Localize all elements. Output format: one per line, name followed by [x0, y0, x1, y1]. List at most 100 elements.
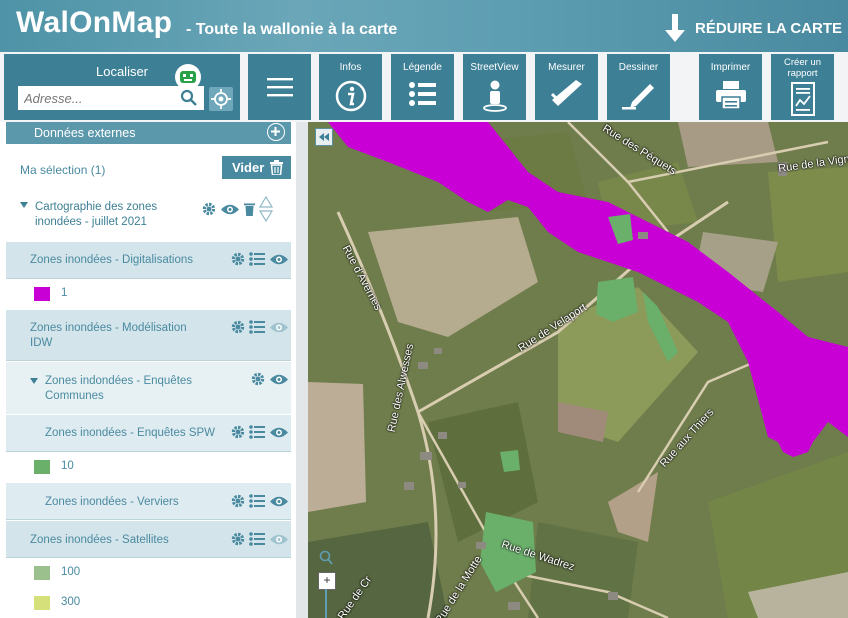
legend-list-icon[interactable]: [249, 494, 265, 508]
layer-sidebar: Données externes Ma sélection (1) Vider …: [0, 122, 300, 618]
zoom-in-button[interactable]: +: [318, 572, 336, 590]
zoom-slider[interactable]: [325, 589, 327, 618]
main-menu-button[interactable]: [248, 54, 311, 120]
search-icon[interactable]: [180, 89, 198, 107]
printer-icon: [715, 81, 746, 110]
trash-icon: [270, 160, 284, 175]
gear-icon[interactable]: [231, 494, 245, 508]
layer-row[interactable]: Zones inondées - Modélisation IDW: [6, 310, 291, 361]
tool-label: Dessiner: [618, 62, 659, 73]
legend-list-icon[interactable]: [249, 252, 265, 266]
locate-title: Localiser: [95, 64, 149, 79]
address-search-input[interactable]: [18, 86, 204, 110]
legend-list-icon[interactable]: [249, 320, 265, 334]
app-header: WalOnMap - Toute la wallonie à la carte …: [0, 0, 848, 52]
plus-icon: [271, 127, 280, 136]
layer-row[interactable]: Zones inondées - Verviers: [6, 483, 291, 520]
satellite-map[interactable]: [308, 122, 848, 618]
gear-icon[interactable]: [251, 372, 265, 386]
legend-item: 1: [6, 279, 291, 309]
legend-label: 100: [61, 566, 81, 578]
eye-icon[interactable]: [269, 426, 289, 439]
legend-label: 1: [61, 287, 68, 299]
collapse-caret-icon[interactable]: [20, 202, 28, 208]
map-view[interactable]: Rue des Péquets Rue de la Vign Rue d'Ave…: [308, 122, 848, 618]
locate-panel: Localiser: [4, 54, 240, 120]
layer-row[interactable]: Zones inondées - Satellites: [6, 521, 291, 558]
collapse-caret-icon[interactable]: [30, 378, 38, 384]
reduce-map-button[interactable]: RÉDUIRE LA CARTE: [665, 14, 842, 42]
arrow-down-icon: [665, 14, 686, 42]
gear-icon[interactable]: [202, 202, 216, 216]
layer-title: Zones indondées - Enquêtes Communes: [45, 375, 193, 402]
selection-row: Ma sélection (1) Vider: [6, 150, 291, 184]
legend-item: 300: [6, 588, 291, 618]
tool-infos[interactable]: Infos: [319, 54, 382, 120]
eye-icon[interactable]: [269, 495, 289, 508]
tool-rapport[interactable]: Créer un rapport: [771, 54, 834, 120]
eye-icon[interactable]: [269, 253, 289, 266]
legend-label: 10: [61, 460, 74, 472]
crosshair-icon: [211, 89, 231, 109]
pencil-icon: [621, 84, 654, 110]
layer-title: Zones inondées - Digitalisations: [30, 254, 194, 266]
legend-list-icon[interactable]: [249, 532, 265, 546]
tool-legende[interactable]: Légende: [391, 54, 454, 120]
geolocate-button[interactable]: [209, 87, 233, 111]
layer-subgroup-row[interactable]: Zones indondées - Enquêtes Communes: [6, 362, 291, 414]
external-data-label: Données externes: [34, 126, 136, 140]
selection-count: Ma sélection (1): [20, 163, 106, 177]
app-subtitle: - Toute la wallonie à la carte: [186, 21, 398, 38]
tool-imprimer[interactable]: Imprimer: [699, 54, 762, 120]
legend-list-icon[interactable]: [249, 425, 265, 439]
zoom-search-icon[interactable]: [319, 550, 333, 566]
layer-title: Zones inondées - Satellites: [30, 534, 169, 546]
double-chevron-left-icon: [319, 133, 329, 141]
legend-swatch: [34, 460, 50, 474]
tool-label: Créer un rapport: [784, 57, 821, 79]
tool-streetview[interactable]: StreetView: [463, 54, 526, 120]
layer-title: Zones inondées - Verviers: [45, 496, 179, 508]
eye-icon[interactable]: [269, 373, 289, 386]
eye-icon[interactable]: [269, 321, 289, 334]
reorder-arrows-icon[interactable]: [259, 196, 273, 222]
external-data-bar[interactable]: Données externes: [6, 122, 291, 144]
eye-icon[interactable]: [220, 203, 240, 216]
tool-label: Imprimer: [710, 62, 751, 73]
layer-group[interactable]: Cartographie des zones inondées - juille…: [6, 186, 291, 238]
hamburger-icon: [266, 78, 293, 97]
gear-icon[interactable]: [231, 252, 245, 266]
tool-label: StreetView: [470, 62, 519, 73]
layer-row[interactable]: Zones inondées - Enquêtes SPW: [6, 415, 291, 452]
list-icon: [408, 82, 436, 106]
gear-icon[interactable]: [231, 532, 245, 546]
legend-item: 100: [6, 558, 291, 588]
tool-label: Légende: [403, 62, 442, 73]
legend-swatch: [34, 566, 50, 580]
trash-icon[interactable]: [244, 202, 255, 216]
ruler-icon: [550, 80, 582, 106]
legend-swatch: [34, 596, 50, 610]
clear-selection-label: Vider: [232, 160, 265, 175]
reduce-map-label: RÉDUIRE LA CARTE: [695, 19, 842, 37]
add-external-data-button[interactable]: [267, 123, 285, 141]
tool-dessiner[interactable]: Dessiner: [607, 54, 670, 120]
legend-label: 300: [61, 596, 81, 608]
tool-label: Infos: [339, 62, 362, 73]
person-icon: [482, 80, 507, 112]
sidebar-scrollbar[interactable]: [296, 122, 308, 618]
clear-selection-button[interactable]: Vider: [222, 156, 291, 179]
layer-row[interactable]: Zones inondées - Digitalisations: [6, 242, 291, 279]
eye-icon[interactable]: [269, 533, 289, 546]
tool-label: Mesurer: [548, 62, 585, 73]
legend-item: 10: [6, 452, 291, 482]
layer-title: Zones inondées - Modélisation IDW: [30, 322, 187, 349]
report-icon: [790, 82, 815, 116]
brand-logo[interactable]: WalOnMap: [16, 6, 172, 40]
collapse-sidebar-button[interactable]: [315, 128, 333, 146]
gear-icon[interactable]: [231, 425, 245, 439]
layer-group-title: Cartographie des zones inondées - juille…: [35, 201, 158, 228]
layer-title: Zones inondées - Enquêtes SPW: [45, 427, 216, 439]
gear-icon[interactable]: [231, 320, 245, 334]
tool-mesurer[interactable]: Mesurer: [535, 54, 598, 120]
